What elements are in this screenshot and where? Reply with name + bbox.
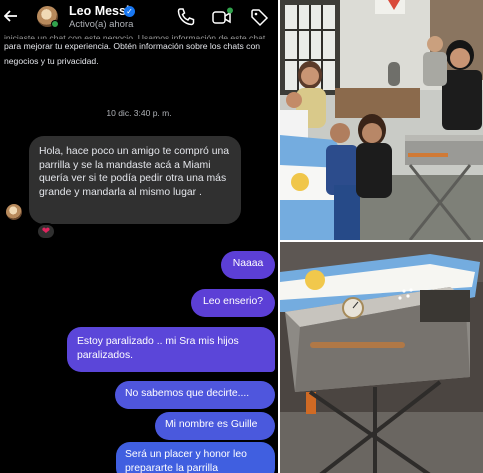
avatar[interactable] bbox=[37, 6, 59, 28]
message-timestamp: 10 dic. 3:40 p. m. bbox=[106, 108, 172, 118]
heart-reaction-icon[interactable]: ❤ bbox=[36, 223, 56, 240]
verified-badge-icon: ✓ bbox=[124, 6, 135, 17]
sender-avatar bbox=[6, 204, 22, 220]
grill-photo bbox=[278, 240, 483, 473]
outgoing-message[interactable]: Naaaa bbox=[221, 251, 275, 279]
outgoing-message[interactable]: Estoy paralizado .. mi Sra mis hijos par… bbox=[67, 327, 275, 372]
outgoing-message[interactable]: Será un placer y honor leo prepararte la… bbox=[116, 442, 275, 473]
online-status-dot bbox=[51, 20, 59, 28]
chat-header: Leo Messi ✓ Activo(a) ahora bbox=[0, 0, 278, 32]
outgoing-message[interactable]: Mi nombre es Guille bbox=[155, 412, 275, 440]
tag-icon[interactable] bbox=[249, 7, 269, 27]
arrow-left-icon[interactable] bbox=[4, 6, 18, 26]
notice-text: para mejorar tu experiencia. Obtén infor… bbox=[4, 41, 261, 66]
video-call-icon[interactable] bbox=[211, 7, 233, 27]
chat-panel: Leo Messi ✓ Activo(a) ahora iniciaste un… bbox=[0, 0, 278, 473]
notice-cut-line: iniciaste un chat con este negocio. Usam… bbox=[4, 33, 266, 39]
active-status: Activo(a) ahora bbox=[69, 19, 134, 30]
outgoing-message[interactable]: No sabemos que decirte.... bbox=[115, 381, 275, 409]
screenshot-root: Leo Messi ✓ Activo(a) ahora iniciaste un… bbox=[0, 0, 483, 473]
business-chat-notice: iniciaste un chat con este negocio. Usam… bbox=[4, 33, 272, 69]
outgoing-message[interactable]: Leo enserio? bbox=[191, 289, 275, 317]
phone-icon[interactable] bbox=[176, 7, 196, 27]
family-photo bbox=[278, 0, 483, 240]
contact-name[interactable]: Leo Messi bbox=[69, 4, 129, 18]
incoming-message[interactable]: Hola, hace poco un amigo te compró una p… bbox=[29, 136, 241, 224]
